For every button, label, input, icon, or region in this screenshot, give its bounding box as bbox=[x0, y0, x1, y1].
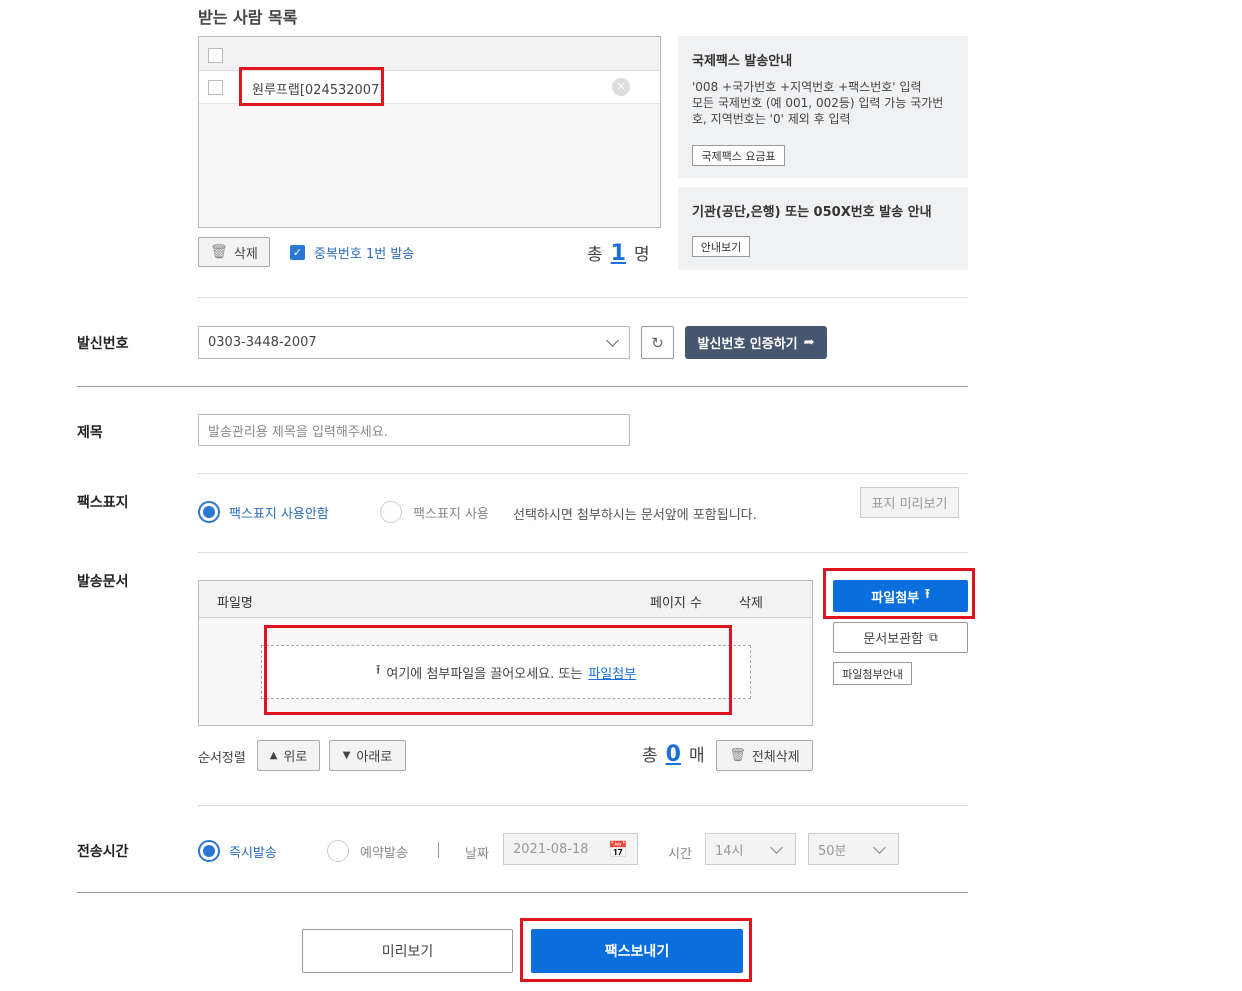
share-arrow-icon: ➦ bbox=[803, 335, 815, 350]
sender-value: 0303-3448-2007 bbox=[208, 335, 317, 350]
intl-info-line3: 호, 지역번호는 '0' 제외 후 입력 bbox=[692, 112, 851, 126]
sender-label: 발신번호 bbox=[77, 336, 129, 352]
send-now-radio[interactable] bbox=[198, 840, 220, 862]
document-count-value: 0 bbox=[665, 742, 681, 767]
divider bbox=[77, 892, 968, 893]
highlight-recipient bbox=[239, 67, 384, 106]
reserve-radio[interactable] bbox=[327, 840, 349, 862]
move-up-button[interactable]: ▲ 위로 bbox=[257, 740, 320, 771]
divider bbox=[77, 386, 968, 387]
dedupe-option[interactable]: ✓ 중복번호 1번 발송 bbox=[290, 243, 414, 262]
reserve-label: 예약발송 bbox=[360, 845, 408, 861]
file-table-header: 파일명 페이지 수 삭제 bbox=[199, 581, 812, 618]
cover-on-label: 팩스표지 사용 bbox=[413, 506, 489, 522]
attach-guide-button[interactable]: 파일첨부안내 bbox=[833, 662, 912, 685]
recipient-list-title: 받는 사람 목록 bbox=[198, 8, 298, 27]
reserve-option[interactable]: 예약발송 bbox=[327, 840, 408, 862]
col-filename: 파일명 bbox=[217, 596, 253, 611]
divider bbox=[438, 842, 439, 858]
hour-value: 14시 bbox=[715, 843, 744, 859]
col-delete: 삭제 bbox=[739, 596, 763, 611]
highlight-attach bbox=[823, 568, 975, 619]
cover-on-radio[interactable] bbox=[380, 501, 402, 523]
date-label: 날짜 bbox=[465, 847, 489, 862]
move-up-label: 위로 bbox=[283, 750, 308, 765]
send-now-option[interactable]: 즉시발송 bbox=[198, 840, 277, 862]
intl-rate-button[interactable]: 국제팩스 요금표 bbox=[692, 145, 785, 166]
cover-label: 팩스표지 bbox=[77, 495, 129, 511]
org-info-title: 기관(공단,은행) 또는 050X번호 발송 안내 bbox=[692, 205, 932, 220]
recipient-checkbox[interactable] bbox=[208, 80, 223, 95]
cover-off-option[interactable]: 팩스표지 사용안함 bbox=[198, 501, 329, 523]
recipient-list-header bbox=[199, 37, 660, 71]
intl-info-title: 국제팩스 발송안내 bbox=[692, 54, 793, 69]
send-now-label: 즉시발송 bbox=[229, 845, 277, 861]
sort-label: 순서정렬 bbox=[198, 751, 246, 766]
trash-icon: 🗑 bbox=[210, 244, 228, 260]
subject-label: 제목 bbox=[77, 425, 103, 441]
recipient-count-value: 1 bbox=[610, 241, 626, 266]
archive-label: 문서보관함 bbox=[863, 632, 924, 647]
dedupe-checkbox[interactable]: ✓ bbox=[290, 245, 305, 260]
move-down-button[interactable]: ▼ 아래로 bbox=[329, 740, 406, 771]
select-all-checkbox[interactable] bbox=[208, 48, 223, 63]
divider bbox=[198, 297, 968, 298]
delete-all-label: 전체삭제 bbox=[751, 750, 800, 765]
cover-off-radio[interactable] bbox=[198, 501, 220, 523]
dedupe-label: 중복번호 1번 발송 bbox=[314, 247, 415, 262]
preview-button[interactable]: 미리보기 bbox=[302, 929, 513, 973]
count-prefix: 총 bbox=[587, 245, 603, 265]
intl-fax-info: 국제팩스 발송안내 '008 +국가번호 +지역번호 +팩스번호' 입력 모든 … bbox=[678, 36, 968, 178]
divider bbox=[198, 805, 968, 806]
divider bbox=[198, 473, 968, 474]
divider bbox=[198, 552, 968, 553]
recipient-list: 원루프랩[024532007] ✕ bbox=[198, 36, 661, 228]
chevron-down-icon bbox=[606, 334, 619, 347]
delete-button[interactable]: 🗑 삭제 bbox=[198, 237, 270, 267]
date-input[interactable]: 2021-08-18 📅 bbox=[503, 833, 638, 865]
subject-input[interactable]: 발송관리용 제목을 입력해주세요. bbox=[198, 414, 630, 446]
chevron-down-icon bbox=[873, 841, 886, 854]
org-fax-info: 기관(공단,은행) 또는 050X번호 발송 안내 안내보기 bbox=[678, 187, 968, 270]
preview-label: 미리보기 bbox=[381, 944, 434, 960]
highlight-dropzone bbox=[264, 625, 732, 715]
highlight-send bbox=[520, 918, 752, 982]
hour-select[interactable]: 14시 bbox=[705, 833, 796, 865]
minute-value: 50분 bbox=[818, 843, 847, 859]
trash-icon: 🗑 bbox=[729, 748, 746, 763]
verify-sender-button[interactable]: 발신번호 인증하기 ➦ bbox=[685, 326, 827, 359]
org-guide-button[interactable]: 안내보기 bbox=[692, 236, 750, 257]
recipient-count: 총 1 명 bbox=[587, 240, 650, 266]
count-suffix: 매 bbox=[688, 746, 705, 766]
cover-off-label: 팩스표지 사용안함 bbox=[229, 506, 329, 522]
refresh-button[interactable]: ↻ bbox=[641, 326, 674, 359]
remove-recipient-icon[interactable]: ✕ bbox=[612, 78, 630, 96]
schedule-label: 전송시간 bbox=[77, 844, 129, 860]
archive-button[interactable]: 문서보관함 ⧉ bbox=[833, 622, 968, 653]
date-value: 2021-08-18 bbox=[513, 841, 589, 857]
documents-label: 발송문서 bbox=[77, 574, 129, 590]
move-down-label: 아래로 bbox=[356, 750, 393, 765]
chevron-down-icon bbox=[770, 841, 783, 854]
cover-on-option[interactable]: 팩스표지 사용 bbox=[380, 501, 489, 523]
calendar-icon: 📅 bbox=[608, 839, 628, 859]
document-count: 총 0 매 bbox=[642, 741, 705, 767]
copy-icon: ⧉ bbox=[929, 630, 938, 644]
cover-note: 선택하시면 첨부하시는 문서앞에 포함됩니다. bbox=[513, 508, 757, 523]
count-suffix: 명 bbox=[633, 245, 650, 265]
verify-sender-label: 발신번호 인증하기 bbox=[697, 337, 798, 352]
count-prefix: 총 bbox=[642, 746, 658, 766]
triangle-down-icon: ▼ bbox=[342, 750, 351, 761]
time-label: 시간 bbox=[668, 847, 692, 862]
col-pages: 페이지 수 bbox=[650, 596, 702, 611]
refresh-icon: ↻ bbox=[651, 333, 664, 352]
sender-select[interactable]: 0303-3448-2007 bbox=[198, 326, 630, 359]
triangle-up-icon: ▲ bbox=[269, 750, 278, 761]
delete-all-button[interactable]: 🗑 전체삭제 bbox=[716, 740, 813, 771]
delete-button-label: 삭제 bbox=[233, 246, 258, 262]
intl-info-line1: '008 +국가번호 +지역번호 +팩스번호' 입력 bbox=[692, 80, 922, 94]
intl-info-line2: 모든 국제번호 (예 001, 002등) 입력 가능 국가번 bbox=[692, 96, 944, 110]
minute-select[interactable]: 50분 bbox=[808, 833, 899, 865]
cover-preview-button[interactable]: 표지 미리보기 bbox=[860, 487, 959, 518]
